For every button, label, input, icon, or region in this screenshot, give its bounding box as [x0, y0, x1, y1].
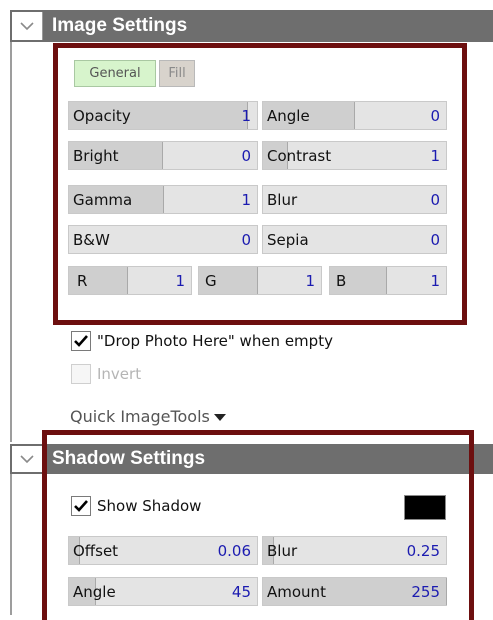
r-slider[interactable]: R 1 [68, 266, 192, 295]
angle-slider[interactable]: Angle 0 [262, 101, 447, 130]
opacity-label: Opacity [73, 106, 131, 125]
show-shadow-label: Show Shadow [97, 497, 202, 515]
tab-fill[interactable]: Fill [159, 60, 195, 87]
show-shadow-checkbox[interactable] [71, 496, 91, 516]
opacity-value: 1 [241, 106, 251, 125]
amount-value: 255 [411, 582, 440, 601]
bright-label: Bright [73, 146, 119, 165]
checkmark-icon [74, 335, 88, 347]
angle-value: 0 [430, 106, 440, 125]
panel-left-rule [10, 42, 12, 442]
blur-value: 0 [430, 190, 440, 209]
quick-image-tools-menu[interactable]: Quick ImageTools [70, 403, 226, 429]
bright-slider[interactable]: Bright 0 [68, 141, 258, 170]
b-slider[interactable]: B 1 [329, 266, 447, 295]
b-label: B [336, 271, 347, 290]
bw-value: 0 [241, 230, 251, 249]
bright-value: 0 [241, 146, 251, 165]
invert-label: Invert [97, 365, 142, 383]
contrast-slider[interactable]: Contrast 1 [262, 141, 447, 170]
image-settings-title: Image Settings [52, 15, 188, 36]
invert-checkbox[interactable] [71, 364, 91, 384]
tab-general[interactable]: General [74, 60, 156, 87]
offset-slider[interactable]: Offset 0.06 [68, 536, 258, 565]
shadow-angle-slider[interactable]: Angle 45 [68, 577, 258, 606]
g-slider[interactable]: G 1 [198, 266, 322, 295]
angle-label: Angle [267, 106, 310, 125]
gamma-label: Gamma [73, 190, 133, 209]
collapse-toggle-shadow[interactable] [12, 446, 43, 472]
b-value: 1 [430, 271, 440, 290]
bw-label: B&W [73, 230, 110, 249]
contrast-value: 1 [430, 146, 440, 165]
gamma-slider[interactable]: Gamma 1 [68, 185, 258, 214]
bw-slider[interactable]: B&W 0 [68, 225, 258, 254]
amount-slider[interactable]: Amount 255 [262, 577, 447, 606]
caret-down-icon [213, 413, 226, 421]
sepia-value: 0 [430, 230, 440, 249]
offset-label: Offset [73, 541, 119, 560]
checkmark-icon [74, 500, 88, 512]
opacity-slider[interactable]: Opacity 1 [68, 101, 258, 130]
blur-slider[interactable]: Blur 0 [262, 185, 447, 214]
shadow-angle-label: Angle [73, 582, 116, 601]
panel-left-rule-2 [10, 472, 12, 615]
drop-photo-label: "Drop Photo Here" when empty [97, 332, 333, 350]
sepia-label: Sepia [267, 230, 309, 249]
amount-label: Amount [267, 582, 326, 601]
r-label: R [77, 271, 88, 290]
blur-label: Blur [267, 190, 298, 209]
shadow-blur-label: Blur [267, 541, 298, 560]
drop-photo-checkbox[interactable] [71, 331, 91, 351]
chevron-down-icon [20, 455, 34, 464]
offset-value: 0.06 [217, 541, 251, 560]
quick-image-tools-label: Quick ImageTools [70, 406, 210, 426]
sepia-slider[interactable]: Sepia 0 [262, 225, 447, 254]
chevron-down-icon [20, 22, 34, 31]
shadow-blur-value: 0.25 [406, 541, 440, 560]
shadow-blur-slider[interactable]: Blur 0.25 [262, 536, 447, 565]
g-label: G [205, 271, 217, 290]
r-value: 1 [175, 271, 185, 290]
gamma-value: 1 [241, 190, 251, 209]
shadow-angle-value: 45 [231, 582, 251, 601]
contrast-label: Contrast [267, 146, 332, 165]
g-value: 1 [305, 271, 315, 290]
image-settings-header[interactable]: Image Settings [10, 10, 493, 42]
shadow-color-swatch[interactable] [404, 495, 446, 520]
collapse-toggle[interactable] [12, 12, 43, 40]
